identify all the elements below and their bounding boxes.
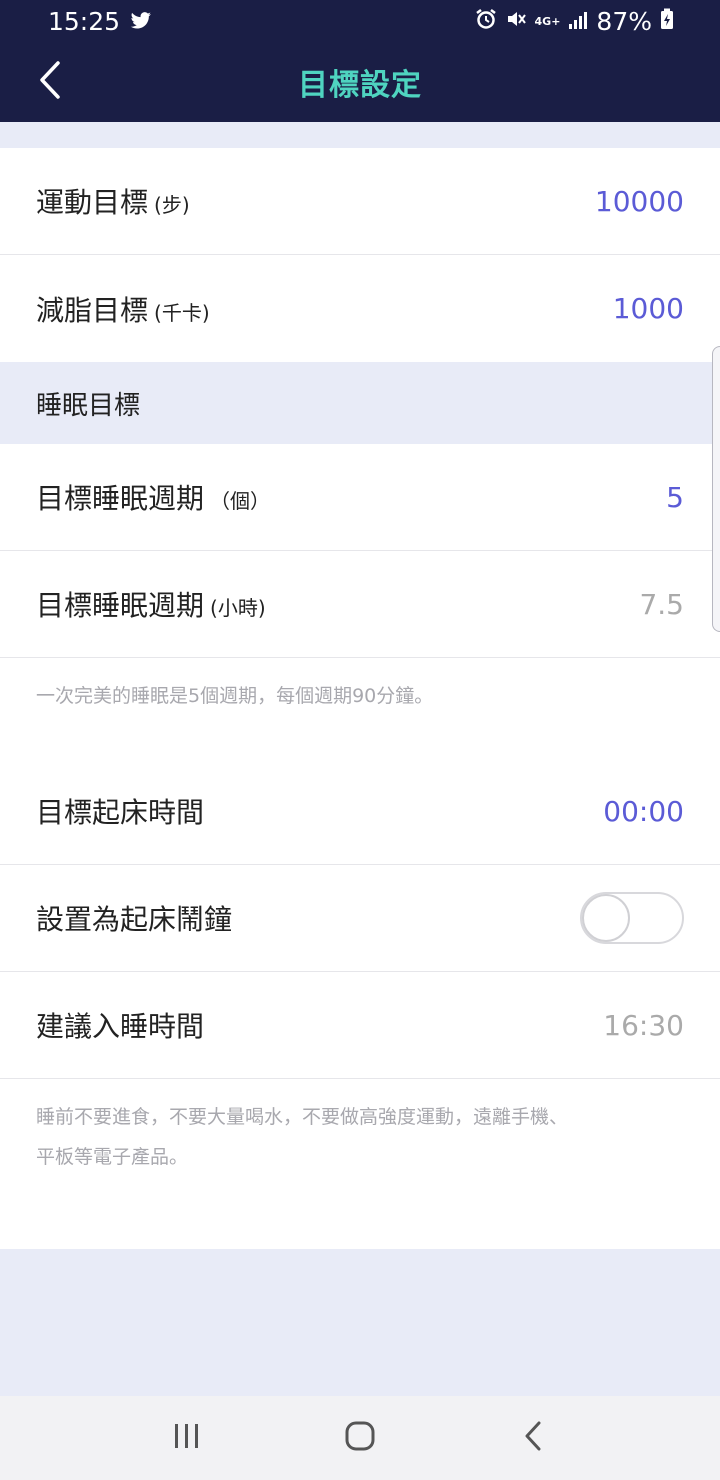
- wake-time-value: 00:00: [603, 794, 684, 828]
- page-title: 目標設定: [298, 68, 422, 103]
- battery-percent: 87%: [596, 6, 652, 36]
- status-time: 15:25: [48, 6, 121, 36]
- battery-charging-icon: [660, 7, 674, 36]
- exercise-goal-value: 10000: [594, 184, 684, 218]
- bedtime-value: 16:30: [603, 1008, 684, 1042]
- sleep-tip-line-2: 平板等電子產品。: [36, 1146, 189, 1168]
- status-right: 4G+ 87%: [475, 7, 674, 36]
- network-type: 4G+: [534, 14, 561, 28]
- recent-apps-button[interactable]: [157, 1413, 217, 1463]
- exercise-goal-label-wrap: 運動目標 (步): [36, 181, 190, 221]
- scroll-indicator[interactable]: [712, 346, 720, 632]
- sleep-hours-value: 7.5: [639, 587, 684, 621]
- app-header: 目標設定: [0, 42, 720, 122]
- signal-icon: [568, 7, 588, 36]
- system-back-button[interactable]: [503, 1413, 563, 1463]
- sleep-hours-label-wrap: 目標睡眠週期 (小時): [36, 584, 266, 624]
- toggle-knob: [582, 894, 630, 942]
- fat-loss-goal-row[interactable]: 減脂目標 (千卡) 1000: [0, 255, 720, 362]
- chevron-left-icon: [38, 60, 62, 104]
- home-icon: [345, 1421, 375, 1455]
- back-button[interactable]: [30, 60, 70, 104]
- alarm-toggle[interactable]: [580, 892, 684, 944]
- wake-time-row[interactable]: 目標起床時間 00:00: [0, 758, 720, 865]
- twitter-icon: [130, 7, 152, 36]
- system-nav-bar: [0, 1396, 720, 1480]
- exercise-goal-unit: (步): [154, 193, 190, 217]
- sleep-cycle-note: 一次完美的睡眠是5個週期，每個週期90分鐘。: [0, 658, 720, 758]
- bedtime-row: 建議入睡時間 16:30: [0, 972, 720, 1079]
- fat-loss-goal-label: 減脂目標: [36, 293, 149, 327]
- exercise-goal-label: 運動目標: [36, 186, 149, 219]
- fat-loss-goal-label-wrap: 減脂目標 (千卡): [36, 289, 210, 329]
- sleep-section-title: 睡眠目標: [0, 362, 720, 444]
- settings-content: 運動目標 (步) 10000 減脂目標 (千卡) 1000 睡眠目標 目標睡眠週期（…: [0, 122, 720, 1396]
- home-button[interactable]: [330, 1413, 390, 1463]
- alarm-icon: [475, 7, 497, 36]
- sleep-hours-label: 目標睡眠週期: [36, 589, 205, 622]
- sleep-hours-unit: (小時): [210, 596, 266, 620]
- sleep-cycles-value: 5: [666, 480, 684, 514]
- sleep-hours-row: 目標睡眠週期 (小時) 7.5: [0, 551, 720, 658]
- status-left: 15:25: [48, 7, 152, 36]
- wake-time-label: 目標起床時間: [36, 796, 205, 829]
- fat-loss-goal-unit: (千卡): [154, 300, 210, 325]
- recent-apps-icon: [173, 1423, 201, 1453]
- sleep-cycles-label-wrap: 目標睡眠週期 （個）: [36, 477, 270, 517]
- bedtime-label: 建議入睡時間: [36, 1010, 205, 1043]
- sleep-tip-note: 睡前不要進食，不要大量喝水，不要做高強度運動，遠離手機、 平板等電子產品。: [0, 1079, 720, 1249]
- alarm-label: 設置為起床鬧鐘: [36, 903, 233, 936]
- exercise-goal-row[interactable]: 運動目標 (步) 10000: [0, 148, 720, 255]
- alarm-row: 設置為起床鬧鐘: [0, 865, 720, 972]
- sleep-cycles-row[interactable]: 目標睡眠週期 （個） 5: [0, 444, 720, 551]
- sleep-cycles-label: 目標睡眠週期: [36, 482, 205, 515]
- back-nav-icon: [524, 1421, 542, 1455]
- sleep-tip-line-1: 睡前不要進食，不要大量喝水，不要做高強度運動，遠離手機、: [36, 1106, 569, 1128]
- fat-loss-goal-value: 1000: [612, 292, 684, 325]
- top-spacer: [0, 122, 720, 148]
- mute-icon: [505, 7, 527, 36]
- status-bar: 15:25 4G+ 87%: [0, 0, 720, 42]
- sleep-cycles-unit: （個）: [210, 489, 271, 513]
